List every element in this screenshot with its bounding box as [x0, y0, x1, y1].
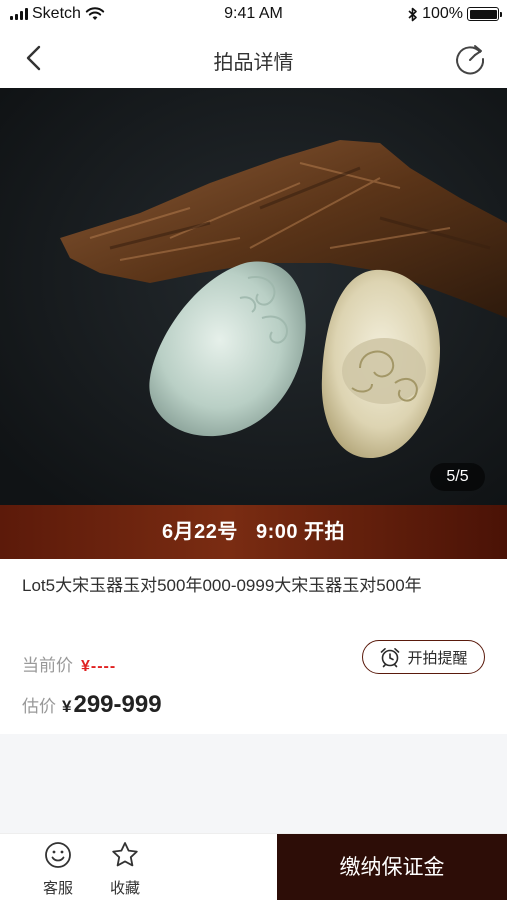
- bottom-action-bar: 客服 收藏 缴纳保证金: [0, 833, 507, 900]
- image-counter: 5/5: [430, 463, 485, 491]
- favorite-button[interactable]: 收藏: [100, 840, 150, 898]
- favorite-label: 收藏: [109, 880, 140, 897]
- current-price-row: 当前价 ¥----: [22, 651, 116, 676]
- estimate-currency: ¥: [62, 697, 72, 716]
- estimate-value: 299-999: [73, 691, 162, 718]
- auction-reminder-button[interactable]: 开拍提醒: [362, 640, 485, 674]
- auction-action: 开拍: [303, 521, 345, 543]
- battery-icon: [467, 7, 502, 21]
- auction-date: 6月22号: [162, 521, 238, 543]
- auction-reminder-label: 开拍提醒: [407, 649, 468, 667]
- star-icon: [112, 842, 138, 867]
- product-image[interactable]: 5/5: [0, 88, 507, 505]
- auction-time: 9:00: [255, 521, 298, 543]
- refresh-icon[interactable]: [453, 42, 487, 76]
- estimate-label: 估价: [22, 697, 56, 716]
- auction-start-banner: 6月22号 9:00 开拍: [0, 505, 507, 559]
- current-price-value: ¥----: [81, 658, 117, 675]
- customer-service-label: 客服: [42, 880, 73, 897]
- battery-percent: 100%: [422, 5, 463, 22]
- page-title: 拍品详情: [213, 52, 294, 74]
- current-price-label: 当前价: [22, 656, 73, 675]
- alarm-clock-icon: [381, 648, 400, 668]
- estimate-row: 估价 ¥ 299-999: [22, 691, 162, 719]
- lot-title: Lot5大宋玉器玉对500年000-0999大宋玉器玉对500年: [22, 576, 422, 595]
- customer-service-button[interactable]: 客服: [33, 840, 83, 898]
- bluetooth-icon: [408, 7, 417, 21]
- smiley-icon: [45, 842, 71, 868]
- jade-pendants-illustration: [0, 88, 507, 505]
- status-right: 100%: [408, 5, 502, 23]
- nav-bar: 拍品详情: [0, 30, 507, 88]
- lot-info-panel: Lot5大宋玉器玉对500年000-0999大宋玉器玉对500年 当前价 ¥--…: [0, 559, 507, 734]
- status-bar: Sketch 9:41 AM 100%: [0, 0, 507, 30]
- pay-deposit-button[interactable]: 缴纳保证金: [277, 834, 507, 900]
